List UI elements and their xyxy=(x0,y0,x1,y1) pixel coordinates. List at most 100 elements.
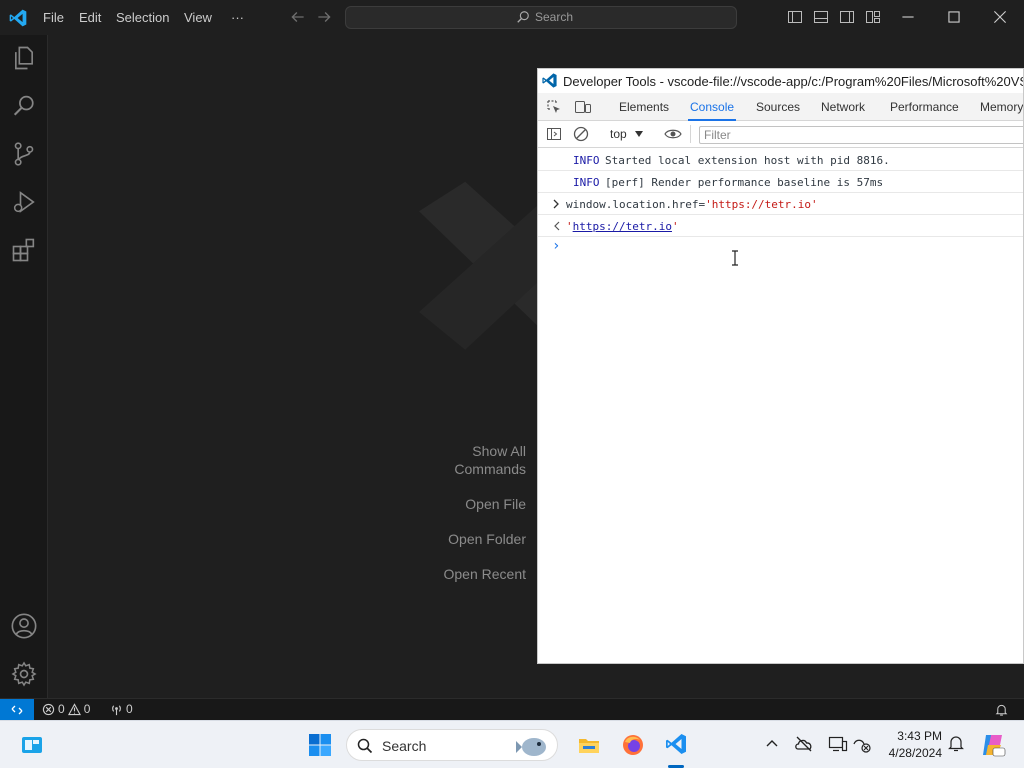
log-level: INFO xyxy=(573,154,600,167)
ports-indicator[interactable]: 0 xyxy=(110,702,133,716)
search-view-icon[interactable] xyxy=(10,92,38,120)
extensions-icon[interactable] xyxy=(10,236,38,264)
warning-count: 0 xyxy=(83,702,91,716)
quote-close: ' xyxy=(671,220,679,233)
settings-gear-icon[interactable] xyxy=(10,660,38,688)
open-folder-link[interactable]: Open Folder xyxy=(448,530,526,548)
widgets-icon[interactable] xyxy=(20,733,44,757)
devtools-title-bar[interactable]: Developer Tools - vscode-file://vscode-a… xyxy=(538,69,1023,93)
title-bar: File Edit Selection View ··· Search xyxy=(0,0,1024,35)
menu-view[interactable]: View xyxy=(178,0,218,35)
show-all-commands-line1: Show All xyxy=(472,443,526,459)
maximize-icon[interactable] xyxy=(945,8,963,26)
explorer-icon[interactable] xyxy=(10,44,38,72)
search-placeholder: Search xyxy=(535,10,574,24)
log-text: [perf] Render performance baseline is 57… xyxy=(605,176,884,189)
firefox-icon[interactable] xyxy=(621,733,645,757)
clear-console-icon[interactable] xyxy=(573,126,589,142)
menu-more[interactable]: ··· xyxy=(225,0,250,35)
show-console-sidebar-icon[interactable] xyxy=(546,126,562,142)
console-message: INFO Started local extension host with p… xyxy=(538,149,1023,171)
taskbar-search-label: Search xyxy=(382,738,427,754)
run-and-debug-icon[interactable] xyxy=(10,188,38,216)
file-explorer-icon[interactable] xyxy=(577,733,601,757)
device-toolbar-icon[interactable] xyxy=(574,99,592,115)
source-control-icon[interactable] xyxy=(10,140,38,168)
result-link[interactable]: https://tetr.io xyxy=(573,220,672,233)
forward-arrow-icon[interactable] xyxy=(315,8,333,26)
console-result: 'https://tetr.io' xyxy=(538,215,1023,237)
tab-sources[interactable]: Sources xyxy=(754,93,802,121)
windows-start-icon[interactable] xyxy=(308,733,332,757)
return-arrow-icon xyxy=(554,221,560,231)
copilot-icon[interactable] xyxy=(980,732,1006,758)
show-all-commands-link[interactable]: Show All Commands xyxy=(454,442,526,478)
tab-console[interactable]: Console xyxy=(688,93,737,121)
toggle-panel-icon[interactable] xyxy=(813,9,829,25)
error-icon xyxy=(42,703,55,715)
problems-indicator[interactable]: 0 0 xyxy=(42,702,90,716)
desktop: File Edit Selection View ··· Search Show… xyxy=(0,0,1024,768)
show-all-commands-line2: Commands xyxy=(454,461,526,477)
ports-count: 0 xyxy=(126,702,133,716)
close-icon[interactable] xyxy=(991,8,1009,26)
display-device-icon[interactable] xyxy=(828,735,848,753)
toggle-secondary-sidebar-icon[interactable] xyxy=(839,9,855,25)
tab-performance[interactable]: Performance xyxy=(888,93,961,121)
developer-tools-window: Developer Tools - vscode-file://vscode-a… xyxy=(537,68,1024,664)
menu-selection[interactable]: Selection xyxy=(110,0,175,35)
filter-placeholder: Filter xyxy=(704,128,731,142)
console-message: INFO [perf] Render performance baseline … xyxy=(538,171,1023,193)
console-output[interactable]: INFO Started local extension host with p… xyxy=(538,149,1023,259)
console-filter-input[interactable]: Filter xyxy=(699,126,1023,144)
context-label: top xyxy=(610,127,627,141)
chevron-up-icon[interactable] xyxy=(765,738,779,748)
inspect-element-icon[interactable] xyxy=(546,99,562,115)
onedrive-offline-icon[interactable] xyxy=(794,735,814,753)
remote-icon xyxy=(11,705,23,715)
clock-time: 3:43 PM xyxy=(897,729,942,743)
open-file-link[interactable]: Open File xyxy=(465,495,526,513)
notifications-bell-icon[interactable] xyxy=(948,735,964,753)
clock-date: 4/28/2024 xyxy=(888,746,942,760)
remote-indicator[interactable] xyxy=(0,699,34,721)
taskbar-search-box[interactable]: Search xyxy=(346,729,558,761)
vscode-taskbar-icon[interactable] xyxy=(664,732,688,756)
live-expression-eye-icon[interactable] xyxy=(664,126,682,142)
command-center-search[interactable]: Search xyxy=(345,6,737,29)
broadcast-icon xyxy=(112,704,121,715)
console-result-value: 'https://tetr.io' xyxy=(566,220,679,233)
toggle-primary-sidebar-icon[interactable] xyxy=(787,9,803,25)
log-level: INFO xyxy=(573,176,600,189)
customize-layout-icon[interactable] xyxy=(865,9,881,25)
taskbar-clock[interactable]: 3:43 PM 4/28/2024 xyxy=(880,728,942,762)
quote-open: ' xyxy=(566,220,573,233)
warning-icon xyxy=(67,702,81,715)
console-prompt[interactable]: › xyxy=(538,237,1023,259)
toolbar-divider xyxy=(690,125,691,143)
vscode-logo-icon xyxy=(542,73,557,88)
bing-fish-icon xyxy=(516,738,546,756)
code-string: 'https://tetr.io' xyxy=(705,198,818,211)
chevron-right-icon xyxy=(553,199,559,209)
context-selector[interactable]: top xyxy=(610,127,643,141)
console-input-code: window.location.href='https://tetr.io' xyxy=(566,198,818,211)
activity-bar xyxy=(0,35,48,698)
tab-network[interactable]: Network xyxy=(819,93,867,121)
console-toolbar: top Filter xyxy=(538,121,1023,148)
back-arrow-icon[interactable] xyxy=(289,8,307,26)
open-recent-link[interactable]: Open Recent xyxy=(444,565,527,583)
accounts-icon[interactable] xyxy=(10,612,38,640)
text-cursor-icon xyxy=(732,250,738,266)
prompt-chevron: › xyxy=(552,238,561,254)
tab-memory[interactable]: Memory xyxy=(978,93,1023,121)
menu-edit[interactable]: Edit xyxy=(73,0,107,35)
network-disconnected-icon[interactable] xyxy=(852,735,872,753)
minimize-icon[interactable] xyxy=(899,8,917,26)
tab-elements[interactable]: Elements xyxy=(617,93,671,121)
log-text: Started local extension host with pid 88… xyxy=(605,154,890,167)
menu-file[interactable]: File xyxy=(37,0,70,35)
notifications-bell-icon[interactable] xyxy=(995,703,1008,717)
dropdown-triangle-icon xyxy=(634,131,643,137)
console-input-echo: window.location.href='https://tetr.io' xyxy=(538,193,1023,215)
